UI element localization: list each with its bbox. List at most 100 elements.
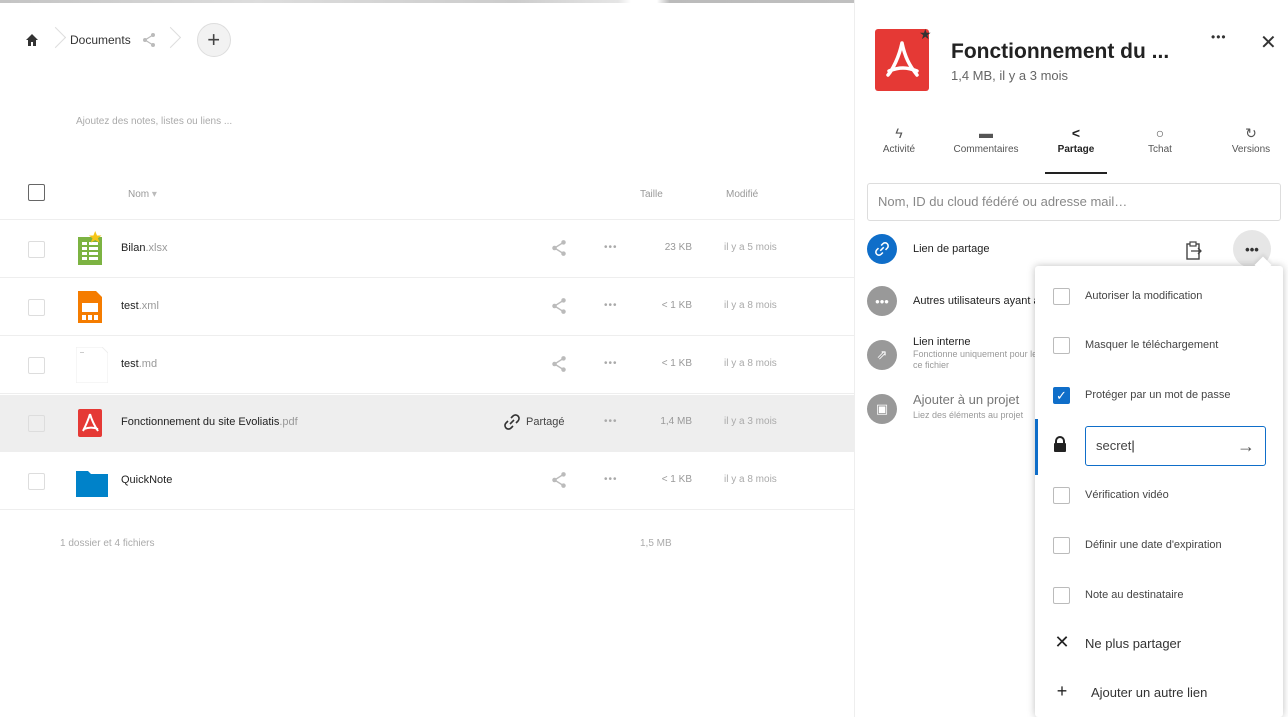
- sidebar-title: Fonctionnement du ...: [951, 40, 1170, 63]
- submit-arrow-icon[interactable]: →: [1237, 427, 1255, 465]
- external-link-icon: ⇗: [867, 340, 897, 370]
- more-actions-button[interactable]: •••: [604, 358, 618, 369]
- note-option[interactable]: Note au destinataire: [1035, 569, 1283, 619]
- password-protect-checkbox[interactable]: ✓: [1053, 387, 1070, 404]
- note-checkbox[interactable]: [1053, 587, 1070, 604]
- table-row[interactable]: test.md ••• < 1 KB il y a 8 mois: [0, 337, 854, 394]
- sidebar-more-button[interactable]: •••: [1211, 30, 1227, 44]
- row-checkbox[interactable]: [28, 241, 45, 258]
- table-header: Nom ▾ Taille Modifié: [0, 170, 854, 220]
- file-size: 23 KB: [664, 242, 692, 253]
- breadcrumb: Documents +: [22, 22, 231, 58]
- clipboard-icon[interactable]: [1185, 241, 1203, 261]
- folder-icon: [76, 463, 108, 499]
- breadcrumb-folder[interactable]: Documents: [70, 33, 131, 47]
- file-size: < 1 KB: [661, 300, 692, 311]
- more-actions-button[interactable]: •••: [604, 416, 618, 427]
- table-row[interactable]: test.xml ••• < 1 KB il y a 8 mois: [0, 279, 854, 336]
- table-row[interactable]: QuickNote ••• < 1 KB il y a 8 mois: [0, 453, 854, 510]
- allow-edit-label: Autoriser la modification: [1085, 290, 1203, 302]
- share-icon[interactable]: [550, 239, 568, 257]
- share-icon[interactable]: [550, 471, 568, 489]
- video-verify-checkbox[interactable]: [1053, 487, 1070, 504]
- internal-link-entry[interactable]: ⇗ Lien interne Fonctionne uniquement pou…: [867, 336, 1057, 376]
- text-file-icon: [75, 346, 109, 384]
- file-size: < 1 KB: [661, 358, 692, 369]
- column-size[interactable]: Taille: [640, 189, 663, 200]
- table-row[interactable]: Fonctionnement du site Evoliatis.pdf Par…: [0, 395, 854, 452]
- password-input[interactable]: secret| →: [1085, 426, 1266, 466]
- close-icon: ✕: [1054, 632, 1070, 652]
- password-protect-option[interactable]: ✓ Protéger par un mot de passe: [1035, 369, 1283, 419]
- history-icon: ↻: [1245, 125, 1257, 141]
- file-name[interactable]: QuickNote: [121, 474, 172, 486]
- row-checkbox[interactable]: [28, 299, 45, 316]
- video-verify-option[interactable]: Vérification vidéo: [1035, 469, 1283, 519]
- file-modified: il y a 8 mois: [724, 300, 777, 311]
- password-row: secret| →: [1035, 419, 1283, 475]
- star-icon[interactable]: ★: [919, 26, 932, 43]
- video-verify-label: Vérification vidéo: [1085, 489, 1169, 501]
- total-size: 1,5 MB: [640, 538, 672, 549]
- tab-talk[interactable]: ○ Tchat: [1135, 122, 1185, 174]
- details-sidebar: ★ Fonctionnement du ... 1,4 MB, il y a 3…: [854, 0, 1288, 717]
- internal-link-sub: ce fichier: [913, 360, 950, 370]
- internal-link-sub: Fonctionne uniquement pour les utilisate…: [913, 349, 1038, 359]
- home-icon[interactable]: [22, 30, 42, 50]
- password-protect-label: Protéger par un mot de passe: [1085, 389, 1231, 401]
- hide-download-label: Masquer le téléchargement: [1085, 339, 1219, 351]
- share-icon[interactable]: [550, 355, 568, 373]
- tab-activity[interactable]: ϟ Activité: [869, 122, 929, 174]
- expiration-option[interactable]: Définir une date d'expiration: [1035, 519, 1283, 569]
- share-link-entry[interactable]: Lien de partage: [867, 234, 1057, 266]
- shared-indicator[interactable]: Partagé: [504, 414, 565, 430]
- more-actions-button[interactable]: •••: [604, 474, 618, 485]
- more-actions-button[interactable]: •••: [604, 242, 618, 253]
- tab-comments[interactable]: ▬ Commentaires: [945, 122, 1027, 174]
- more-actions-button[interactable]: •••: [604, 300, 618, 311]
- shared-label: Partagé: [526, 416, 565, 428]
- file-modified: il y a 5 mois: [724, 242, 777, 253]
- add-button[interactable]: +: [196, 23, 231, 57]
- breadcrumb-separator: [50, 24, 62, 56]
- table-row[interactable]: Bilan.xlsx ••• 23 KB il y a 5 mois: [0, 221, 854, 278]
- file-name[interactable]: Bilan.xlsx: [121, 242, 167, 254]
- tab-versions[interactable]: ↻ Versions: [1221, 122, 1281, 174]
- unshare-option[interactable]: ✕ Ne plus partager: [1035, 618, 1283, 668]
- talk-icon: ○: [1155, 125, 1165, 141]
- file-name[interactable]: Fonctionnement du site Evoliatis.pdf: [121, 416, 298, 428]
- project-entry[interactable]: ▣ Ajouter à un projet Liez des éléments …: [867, 392, 1057, 428]
- share-link-menu: Autoriser la modification Masquer le tél…: [1035, 266, 1283, 717]
- column-name[interactable]: Nom ▾: [128, 189, 157, 200]
- comment-icon: ▬: [979, 125, 993, 141]
- file-summary: 1 dossier et 4 fichiers: [60, 538, 155, 549]
- row-checkbox[interactable]: [28, 357, 45, 374]
- pdf-icon: [76, 405, 108, 441]
- breadcrumb-separator: [165, 24, 177, 56]
- column-modified[interactable]: Modifié: [726, 189, 758, 200]
- add-link-option[interactable]: + Ajouter un autre lien: [1035, 667, 1283, 717]
- allow-edit-checkbox[interactable]: [1053, 288, 1070, 305]
- row-checkbox[interactable]: [28, 415, 45, 432]
- share-search-input[interactable]: Nom, ID du cloud fédéré ou adresse mail…: [867, 183, 1281, 221]
- more-icon: •••: [867, 286, 897, 316]
- close-icon[interactable]: ✕: [1260, 30, 1277, 55]
- hide-download-checkbox[interactable]: [1053, 337, 1070, 354]
- select-all-checkbox[interactable]: [28, 184, 45, 201]
- share-icon[interactable]: [550, 297, 568, 315]
- other-users-label: Autres utilisateurs ayant accès: [913, 295, 1038, 307]
- share-icon: <: [1071, 125, 1081, 141]
- row-checkbox[interactable]: [28, 473, 45, 490]
- other-users-entry[interactable]: ••• Autres utilisateurs ayant accès: [867, 286, 1057, 318]
- expiration-checkbox[interactable]: [1053, 537, 1070, 554]
- file-name[interactable]: test.md: [121, 358, 157, 370]
- hide-download-option[interactable]: Masquer le téléchargement: [1035, 319, 1283, 369]
- sidebar-tabs: ϟ Activité ▬ Commentaires < Partage ○ Tchat …: [855, 122, 1288, 174]
- allow-edit-option[interactable]: Autoriser la modification: [1035, 270, 1283, 320]
- sidebar-subtitle: 1,4 MB, il y a 3 mois: [951, 68, 1069, 83]
- notes-hint[interactable]: Ajoutez des notes, listes ou liens ...: [76, 116, 232, 127]
- tab-sharing[interactable]: < Partage: [1045, 122, 1107, 174]
- link-icon: [504, 414, 520, 430]
- file-name[interactable]: test.xml: [121, 300, 159, 312]
- share-icon[interactable]: [141, 32, 157, 48]
